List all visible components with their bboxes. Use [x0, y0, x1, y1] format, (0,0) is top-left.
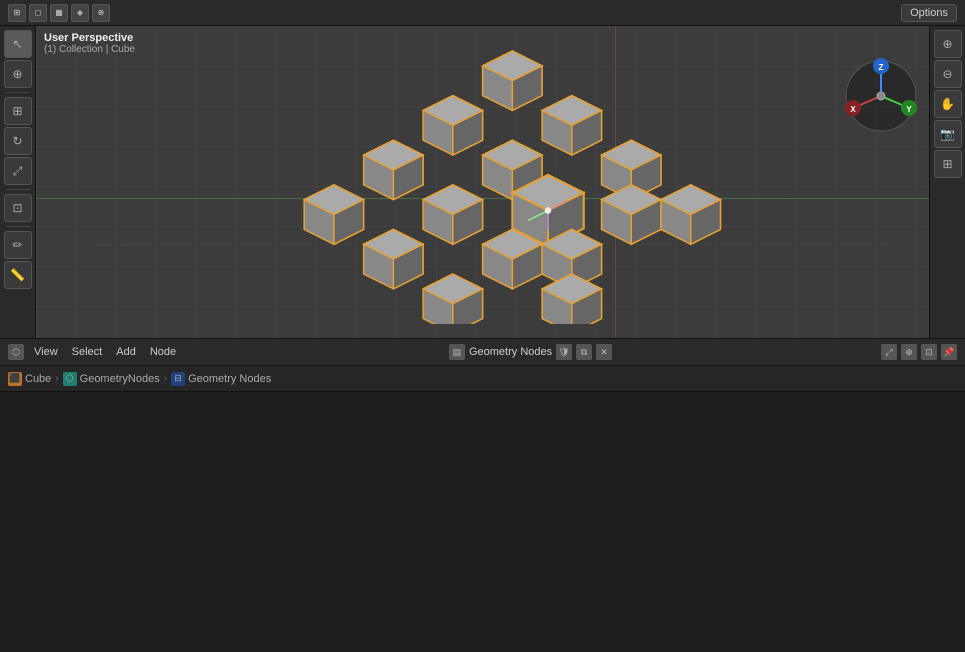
breadcrumb-cube[interactable]: ⬛ Cube [8, 372, 51, 386]
gizmo-btn[interactable]: ⊕ [92, 4, 110, 22]
node-title-center: ▤ Geometry Nodes 🛡 ⧉ ✕ [186, 344, 875, 360]
geometry-nodes-icon: ⬡ [63, 372, 77, 386]
svg-text:Z: Z [879, 63, 884, 72]
breadcrumb-geometry-nodes-2[interactable]: ⊟ Geometry Nodes [171, 372, 271, 386]
perspective-label: User Perspective [44, 32, 135, 44]
breadcrumb-gn2-label: Geometry Nodes [188, 373, 271, 385]
hand-btn[interactable]: ✋ [934, 90, 962, 118]
camera-btn[interactable]: 📷 [934, 120, 962, 148]
scale-tool[interactable]: ⤢ [4, 157, 32, 185]
annotate-tool[interactable]: ✏ [4, 231, 32, 259]
menu-node[interactable]: Node [146, 344, 180, 360]
top-bar: ⊞ ◻ ▦ ◈ ⊕ Options [0, 0, 965, 26]
editor-type-icon[interactable]: ⬡ [8, 344, 24, 360]
select-tool[interactable]: ↖ [4, 30, 32, 58]
options-button[interactable]: Options [901, 4, 957, 22]
top-bar-icons: ⊞ ◻ ▦ ◈ ⊕ [8, 4, 110, 22]
zoom-in-btn[interactable]: ⊕ [934, 30, 962, 58]
svg-text:X: X [850, 105, 856, 114]
editor-type-btn[interactable]: ⊞ [8, 4, 26, 22]
overlay-nodes-icon[interactable]: ⤢ [881, 344, 897, 360]
snap-icon[interactable]: ⊡ [921, 344, 937, 360]
nav-gizmo[interactable]: Z Y X [841, 56, 921, 136]
breadcrumb-arrow-2: › [164, 373, 167, 384]
zoom-out-btn[interactable]: ⊖ [934, 60, 962, 88]
ortho-btn[interactable]: ⊞ [934, 150, 962, 178]
breadcrumb: ⬛ Cube › ⬡ GeometryNodes › ⊟ Geometry No… [0, 366, 965, 392]
breadcrumb-cube-label: Cube [25, 373, 51, 385]
node-canvas[interactable]: ▾ Cube Mesh Size X 1m Y 1m [0, 392, 965, 652]
gizmo-nodes-icon[interactable]: ⊕ [901, 344, 917, 360]
move-tool[interactable]: ⊞ [4, 97, 32, 125]
svg-text:Y: Y [906, 105, 912, 114]
node-title: Geometry Nodes [469, 346, 552, 358]
cube-icon: ⬛ [8, 372, 22, 386]
menu-select[interactable]: Select [68, 344, 107, 360]
breadcrumb-gn-label: GeometryNodes [80, 373, 160, 385]
render-icon: ▤ [449, 344, 465, 360]
copy-node-icon[interactable]: ⧉ [576, 344, 592, 360]
cursor-tool[interactable]: ⊕ [4, 60, 32, 88]
nodes-icon: ⊟ [171, 372, 185, 386]
connections-svg [0, 392, 965, 652]
menu-view[interactable]: View [30, 344, 62, 360]
cube-group [304, 51, 720, 324]
viewport-shading[interactable]: ▦ [50, 4, 68, 22]
toolbar-sep2 [6, 189, 30, 190]
toolbar-sep3 [6, 226, 30, 227]
rotate-tool[interactable]: ↻ [4, 127, 32, 155]
transform-tool[interactable]: ⊡ [4, 194, 32, 222]
close-node-icon[interactable]: ✕ [596, 344, 612, 360]
viewport[interactable]: User Perspective (1) Collection | Cube [36, 26, 929, 338]
overlay-btn[interactable]: ◈ [71, 4, 89, 22]
main-area: ↖ ⊕ ⊞ ↻ ⤢ ⊡ ✏ 📏 User Perspective (1) Col… [0, 26, 965, 338]
node-editor: ⬡ View Select Add Node ▤ Geometry Nodes … [0, 338, 965, 652]
left-toolbar: ↖ ⊕ ⊞ ↻ ⤢ ⊡ ✏ 📏 [0, 26, 36, 338]
pin-icon[interactable]: 📌 [941, 344, 957, 360]
node-editor-header: ⬡ View Select Add Node ▤ Geometry Nodes … [0, 338, 965, 366]
view-mode-btn[interactable]: ◻ [29, 4, 47, 22]
shield-icon[interactable]: 🛡 [556, 344, 572, 360]
menu-add[interactable]: Add [112, 344, 140, 360]
measure-tool[interactable]: 📏 [4, 261, 32, 289]
cubes-scene [96, 46, 889, 324]
breadcrumb-arrow-1: › [55, 373, 58, 384]
breadcrumb-geometry-nodes[interactable]: ⬡ GeometryNodes [63, 372, 160, 386]
toolbar-sep1 [6, 92, 30, 93]
right-toolbar: ⊕ ⊖ ✋ 📷 ⊞ [929, 26, 965, 338]
